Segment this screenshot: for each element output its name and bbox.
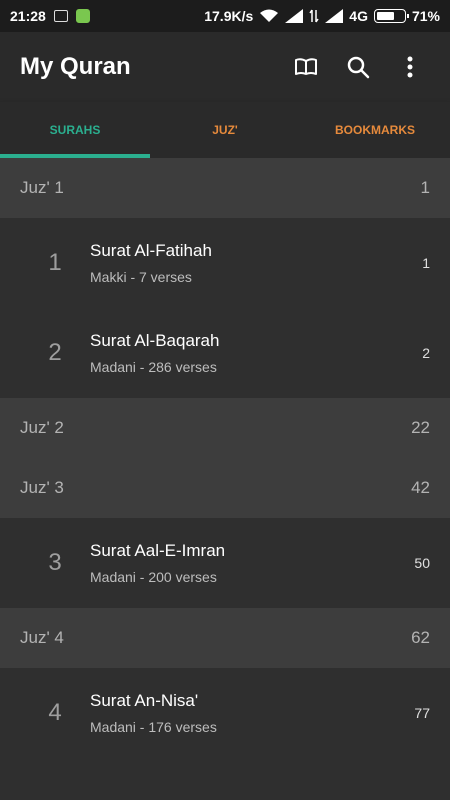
surah-row[interactable]: 2 Surat Al-Baqarah Madani - 286 verses 2	[0, 308, 450, 398]
surah-meta: Makki - 7 verses	[90, 269, 192, 285]
surah-meta: Madani - 200 verses	[90, 569, 217, 585]
network-type: 4G	[349, 8, 368, 24]
juz-page: 22	[411, 418, 430, 437]
screen-icon	[53, 10, 68, 22]
tab-label: JUZ'	[212, 123, 238, 137]
tab-label: SURAHS	[49, 123, 101, 137]
book-icon[interactable]	[286, 47, 326, 87]
search-icon[interactable]	[338, 47, 378, 87]
juz-label: Juz' 1	[20, 178, 64, 197]
more-vert-icon[interactable]	[390, 47, 430, 87]
surah-name: Surat An-Nisa'	[90, 691, 199, 710]
surah-list: Juz' 1 1 1 Surat Al-Fatihah Makki - 7 ve…	[0, 158, 450, 758]
juz-label: Juz' 3	[20, 478, 64, 497]
juz-page: 62	[411, 628, 430, 647]
juz-header-row[interactable]: Juz' 1 1	[0, 158, 450, 218]
surah-row[interactable]: 4 Surat An-Nisa' Madani - 176 verses 77	[0, 668, 450, 758]
surah-number: 4	[48, 699, 62, 726]
wifi-icon	[260, 9, 279, 22]
surah-page: 1	[422, 255, 430, 271]
juz-label: Juz' 4	[20, 628, 64, 647]
juz-header-row[interactable]: Juz' 3 42	[0, 458, 450, 518]
surah-number: 3	[48, 549, 62, 576]
app-title: My Quran	[20, 53, 131, 80]
signal-icon	[285, 9, 304, 23]
battery-icon	[373, 9, 409, 23]
surah-row[interactable]: 1 Surat Al-Fatihah Makki - 7 verses 1	[0, 218, 450, 308]
data-transfer-icon	[309, 9, 319, 23]
surah-page: 2	[422, 345, 430, 361]
surah-name: Surat Al-Baqarah	[90, 331, 220, 350]
surah-number: 1	[48, 249, 62, 276]
tab-bookmarks[interactable]: BOOKMARKS	[300, 102, 450, 158]
surah-meta: Madani - 176 verses	[90, 719, 217, 735]
surah-number: 2	[48, 339, 62, 366]
surah-page: 50	[414, 555, 430, 571]
surah-row[interactable]: 3 Surat Aal-E-Imran Madani - 200 verses …	[0, 518, 450, 608]
tab-juz[interactable]: JUZ'	[150, 102, 300, 158]
status-bar: 21:28 17.9K/s 4G 71%	[0, 0, 450, 32]
surah-meta: Madani - 286 verses	[90, 359, 217, 375]
juz-header-row[interactable]: Juz' 2 22	[0, 398, 450, 458]
android-notification-icon	[75, 9, 90, 23]
surah-name: Surat Aal-E-Imran	[90, 541, 226, 560]
status-time: 21:28	[10, 8, 46, 24]
juz-label: Juz' 2	[20, 418, 64, 437]
juz-header-row[interactable]: Juz' 4 62	[0, 608, 450, 668]
surah-page: 77	[414, 705, 430, 721]
tab-label: BOOKMARKS	[335, 123, 415, 137]
tab-surahs[interactable]: SURAHS	[0, 102, 150, 158]
signal-icon-2	[325, 9, 344, 23]
surah-name: Surat Al-Fatihah	[90, 241, 212, 260]
tab-bar: SURAHS JUZ' BOOKMARKS	[0, 102, 450, 158]
juz-page: 1	[420, 178, 430, 197]
juz-page: 42	[411, 478, 430, 497]
battery-percent: 71%	[411, 8, 440, 24]
app-bar: My Quran	[0, 32, 450, 102]
network-speed: 17.9K/s	[204, 8, 254, 24]
